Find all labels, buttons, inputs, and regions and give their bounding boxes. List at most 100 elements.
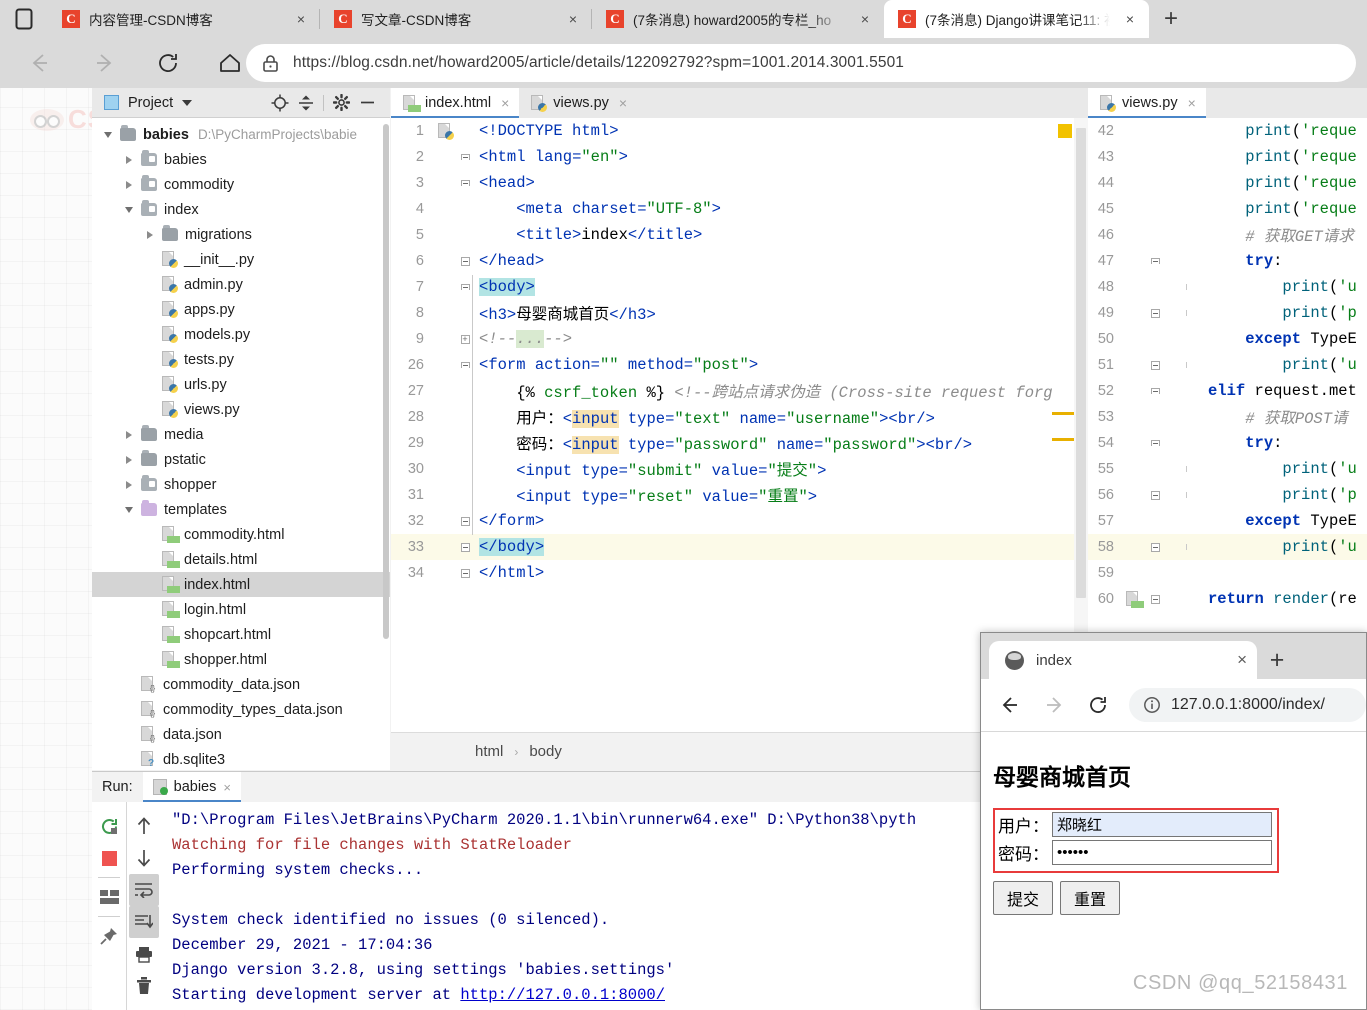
browser-tab-close-button[interactable]: ×: [1119, 8, 1141, 30]
tree-item[interactable]: commodity: [92, 172, 390, 197]
fold-toggle-icon[interactable]: [1144, 308, 1166, 318]
password-input[interactable]: ••••••: [1052, 840, 1272, 865]
scroll-to-end-icon[interactable]: [128, 906, 159, 938]
fold-toggle-icon[interactable]: [1144, 440, 1166, 446]
run-tab-close-button[interactable]: ×: [223, 780, 231, 795]
new-tab-button[interactable]: +: [1149, 0, 1193, 38]
fold-toggle-icon[interactable]: [1144, 388, 1166, 394]
browser-tab-0[interactable]: C 内容管理-CSDN博客 ×: [48, 0, 320, 38]
arrow-up-icon[interactable]: [129, 810, 159, 842]
username-input[interactable]: 郑晓红: [1052, 812, 1272, 837]
browser-tab-3-active[interactable]: C (7条消息) Django讲课笔记11: 初 ×: [884, 0, 1149, 38]
tree-item[interactable]: shopper: [92, 472, 390, 497]
popup-forward-icon[interactable]: [1035, 686, 1073, 724]
tree-item[interactable]: __init__.py: [92, 247, 390, 272]
tree-item[interactable]: {} commodity_data.json: [92, 672, 390, 697]
tree-item[interactable]: urls.py: [92, 372, 390, 397]
rerun-icon[interactable]: [94, 810, 124, 842]
chevron-right-icon[interactable]: [121, 430, 137, 439]
browser-tab-close-button[interactable]: ×: [290, 8, 312, 30]
layout-settings-icon[interactable]: [94, 881, 124, 913]
run-tab-babies[interactable]: babies ×: [142, 772, 242, 802]
fold-toggle-icon[interactable]: [457, 568, 473, 578]
back-icon[interactable]: [18, 41, 62, 85]
submit-button[interactable]: 提交: [993, 881, 1054, 915]
popup-reload-icon[interactable]: [1079, 686, 1117, 724]
tree-item[interactable]: pstatic: [92, 447, 390, 472]
chevron-right-icon[interactable]: [121, 155, 137, 164]
tree-item[interactable]: {} commodity_types_data.json: [92, 697, 390, 722]
editor-tab-index-html[interactable]: index.html ×: [391, 88, 520, 118]
reset-button[interactable]: 重置: [1060, 881, 1121, 915]
stop-icon[interactable]: [94, 842, 124, 874]
trash-icon[interactable]: [129, 970, 159, 1002]
address-bar[interactable]: https://blog.csdn.net/howard2005/article…: [246, 44, 1356, 82]
tree-item[interactable]: shopper.html: [92, 647, 390, 672]
browser-tab-1[interactable]: C 写文章-CSDN博客 ×: [320, 0, 592, 38]
tree-item[interactable]: babies: [92, 147, 390, 172]
breadcrumb-item-html[interactable]: html: [475, 743, 503, 760]
tree-item[interactable]: index: [92, 197, 390, 222]
popup-tab-index[interactable]: index ×: [989, 641, 1257, 679]
arrow-down-icon[interactable]: [129, 842, 159, 874]
fold-toggle-icon[interactable]: [1144, 542, 1166, 552]
chevron-right-icon[interactable]: [142, 230, 158, 239]
pin-icon[interactable]: [94, 920, 124, 952]
tree-item[interactable]: {} data.json: [92, 722, 390, 747]
fold-toggle-icon[interactable]: [1144, 594, 1166, 604]
chevron-down-icon[interactable]: [121, 506, 137, 513]
fold-toggle-icon[interactable]: [1144, 490, 1166, 500]
fold-toggle-icon[interactable]: [1144, 258, 1166, 264]
fold-toggle-icon[interactable]: [457, 516, 473, 526]
breadcrumb-item-body[interactable]: body: [529, 743, 562, 760]
fold-toggle-icon[interactable]: [457, 256, 473, 266]
tree-item[interactable]: views.py: [92, 397, 390, 422]
console-link[interactable]: http://127.0.0.1:8000/: [460, 986, 665, 1004]
gear-icon[interactable]: [328, 90, 354, 116]
tree-item[interactable]: commodity.html: [92, 522, 390, 547]
chevron-right-icon[interactable]: [121, 480, 137, 489]
popup-new-tab-button[interactable]: +: [1257, 641, 1297, 679]
hide-panel-icon[interactable]: [354, 90, 380, 116]
tree-item[interactable]: babies D:\PyCharmProjects\babie: [92, 122, 390, 147]
run-console-output[interactable]: "D:\Program Files\JetBrains\PyCharm 2020…: [160, 802, 1088, 1010]
project-tree-scrollbar[interactable]: [383, 124, 389, 639]
chevron-right-icon[interactable]: [121, 455, 137, 464]
editor-tab-views-py[interactable]: views.py ×: [519, 88, 637, 118]
collapse-all-icon[interactable]: [293, 90, 319, 116]
browser-tab-2[interactable]: C (7条消息) howard2005的专栏_ho ×: [592, 0, 884, 38]
tree-item[interactable]: ? db.sqlite3: [92, 747, 390, 770]
popup-back-icon[interactable]: [991, 686, 1029, 724]
right-editor-tab-close-button[interactable]: ×: [1188, 95, 1196, 111]
browser-tab-close-button[interactable]: ×: [562, 8, 584, 30]
tree-item[interactable]: media: [92, 422, 390, 447]
chevron-right-icon[interactable]: [121, 180, 137, 189]
tree-item[interactable]: details.html: [92, 547, 390, 572]
forward-icon[interactable]: [82, 41, 126, 85]
popup-address-bar[interactable]: 127.0.0.1:8000/index/: [1129, 688, 1366, 722]
locate-target-icon[interactable]: [267, 90, 293, 116]
editor-tab-close-button[interactable]: ×: [619, 95, 627, 111]
fold-toggle-icon[interactable]: [457, 180, 473, 186]
window-list-icon[interactable]: [0, 0, 48, 38]
browser-tab-close-button[interactable]: ×: [854, 8, 876, 30]
chevron-down-icon[interactable]: [182, 99, 193, 106]
fold-toggle-icon[interactable]: [457, 362, 473, 368]
soft-wrap-icon[interactable]: [128, 874, 159, 906]
project-file-tree[interactable]: babies D:\PyCharmProjects\babie babies comm…: [92, 119, 390, 770]
chevron-down-icon[interactable]: [100, 131, 116, 138]
fold-toggle-icon[interactable]: [1144, 360, 1166, 370]
fold-toggle-icon[interactable]: [457, 334, 473, 344]
popup-tab-close-button[interactable]: ×: [1237, 650, 1247, 670]
tree-item[interactable]: login.html: [92, 597, 390, 622]
tree-item[interactable]: tests.py: [92, 347, 390, 372]
tree-item[interactable]: templates: [92, 497, 390, 522]
tree-item[interactable]: migrations: [92, 222, 390, 247]
editor-tab-close-button[interactable]: ×: [501, 95, 509, 111]
right-editor-tab-views-py[interactable]: views.py ×: [1088, 88, 1206, 118]
chevron-down-icon[interactable]: [121, 206, 137, 213]
fold-toggle-icon[interactable]: [457, 154, 473, 160]
tree-item[interactable]: shopcart.html: [92, 622, 390, 647]
tree-item[interactable]: models.py: [92, 322, 390, 347]
reload-icon[interactable]: [146, 41, 190, 85]
